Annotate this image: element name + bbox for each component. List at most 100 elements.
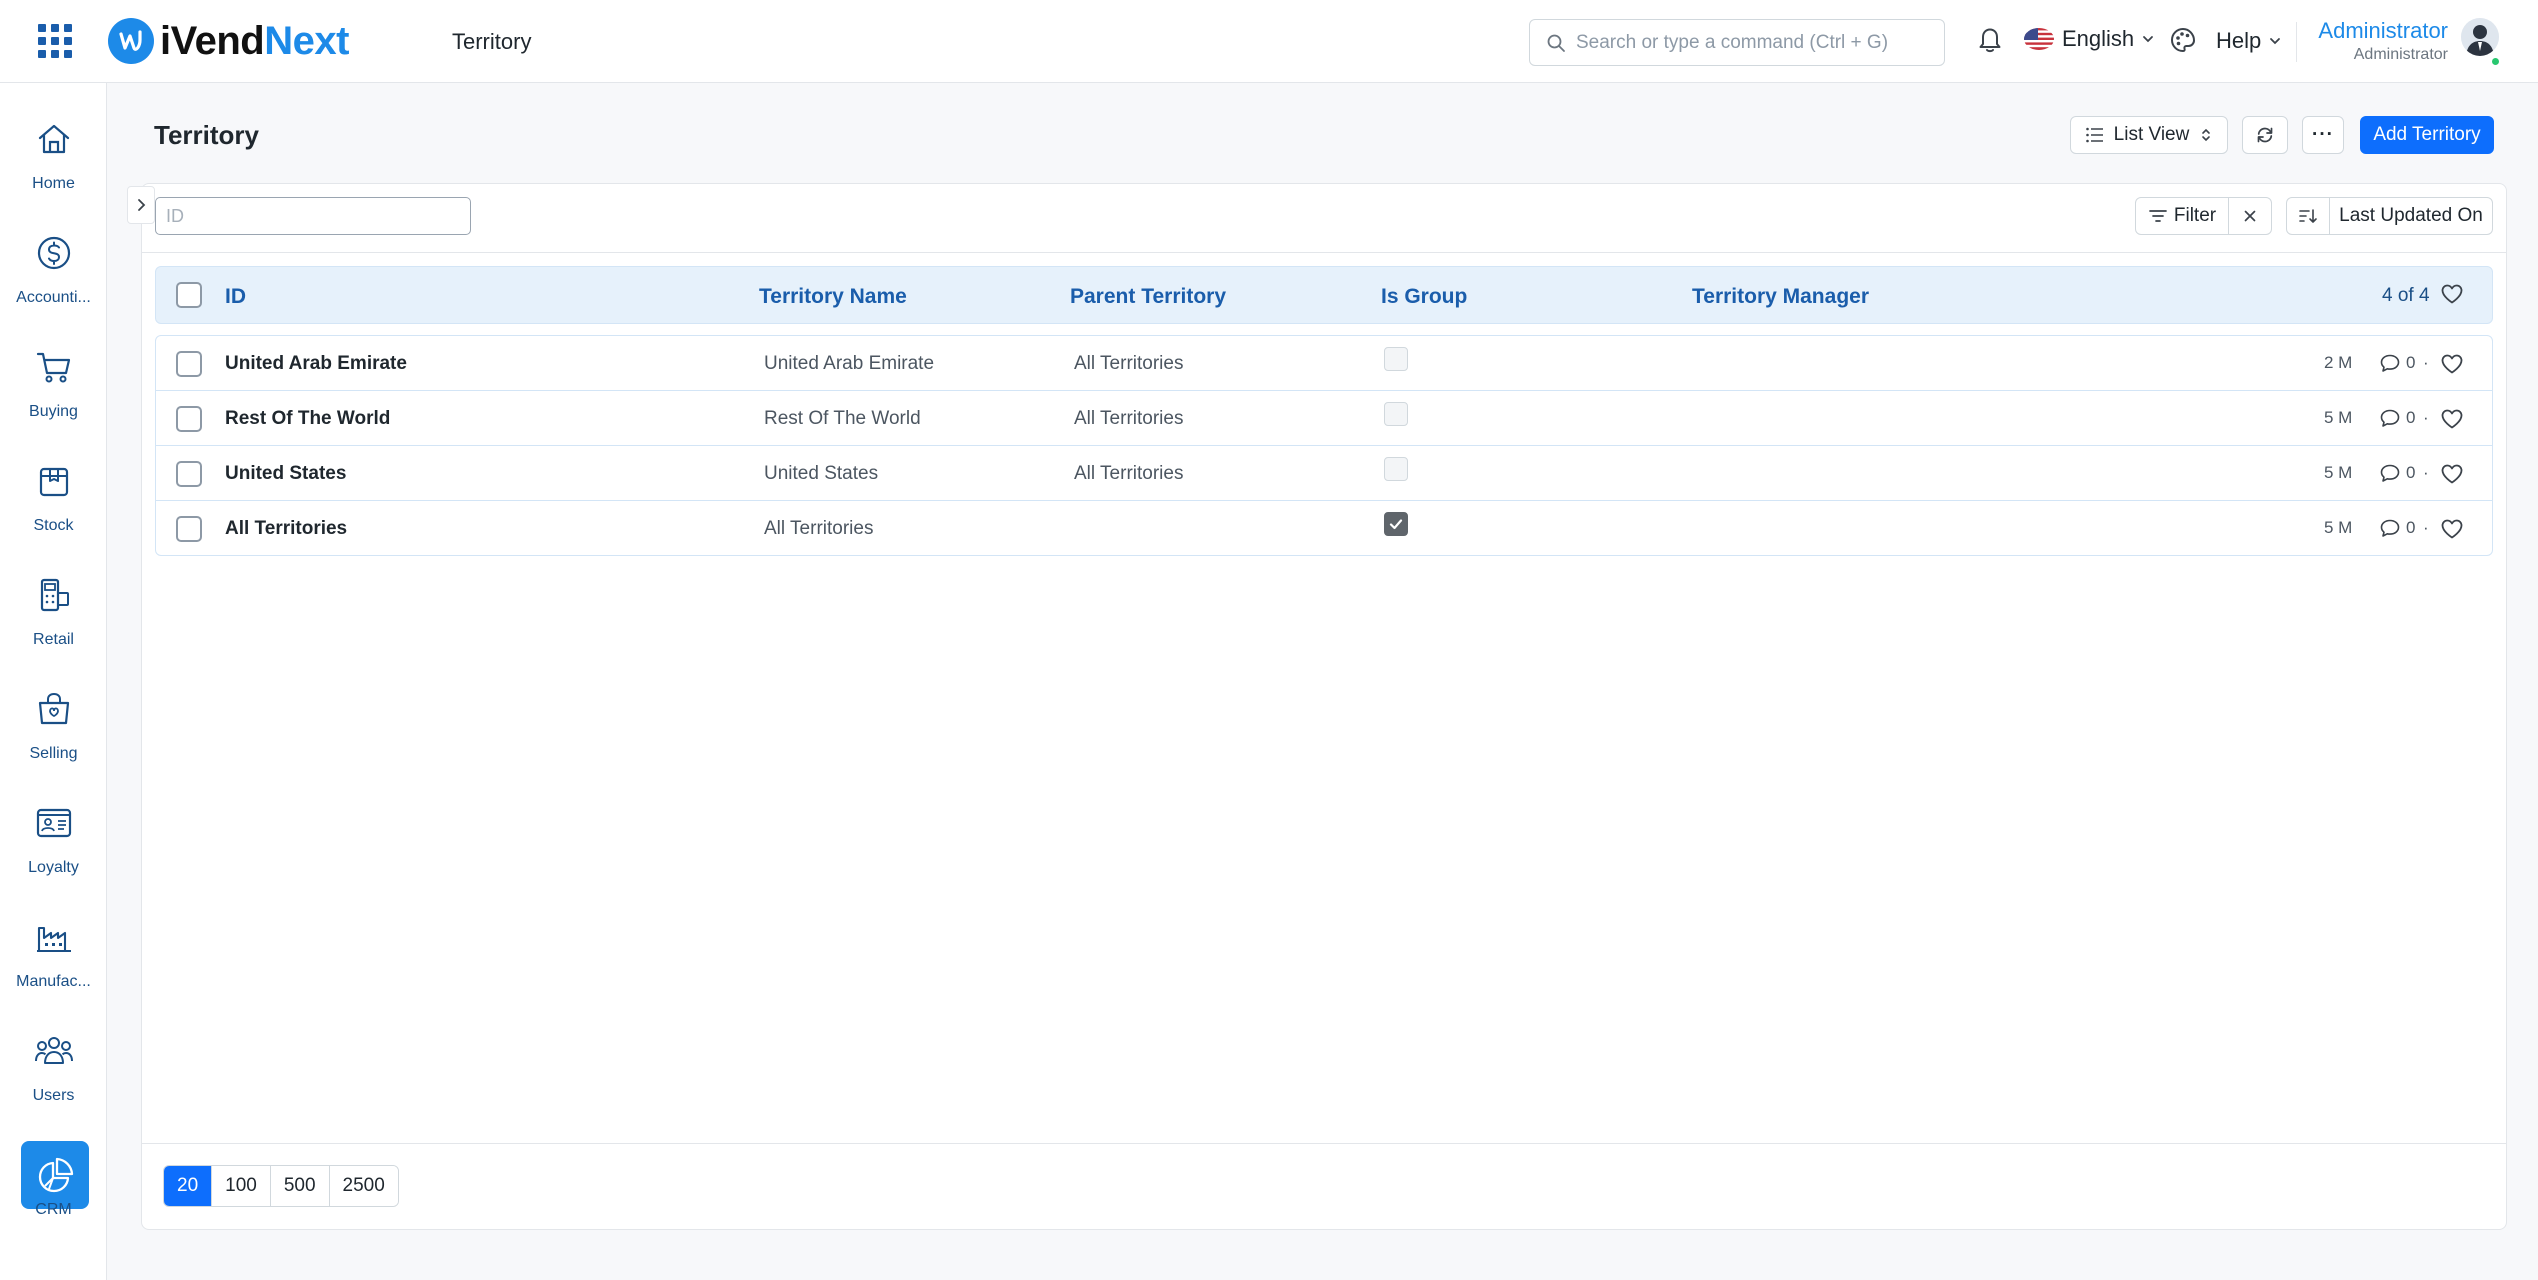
table-body: United Arab Emirate United Arab Emirate … [155,335,2493,556]
id-card-icon [34,803,74,843]
search-bar[interactable] [1529,19,1945,66]
comment-icon[interactable] [2379,408,2401,433]
page-size-500-button[interactable]: 500 [270,1166,330,1206]
sidebar-item-users[interactable]: Users [0,1031,107,1141]
palette-icon[interactable] [2168,25,2198,60]
comment-count: 0 [2406,408,2416,427]
heart-icon[interactable] [2440,353,2464,380]
cell-id[interactable]: All Territories [225,518,347,540]
sidebar-item-crm[interactable]: CRM [0,1141,107,1255]
help-label: Help [2216,28,2262,53]
box-icon [34,461,74,501]
notification-bell-icon[interactable] [1976,24,2004,59]
row-checkbox[interactable] [176,406,202,432]
table-row[interactable]: Rest Of The World Rest Of The World All … [156,391,2492,446]
sidebar-item-selling[interactable]: Selling [0,689,107,799]
record-count: 4 of 4 [2382,285,2430,306]
sidebar-item-label: Selling [29,745,78,762]
search-icon [1547,34,1565,52]
sidebar-item-home[interactable]: Home [0,119,107,229]
logo-text-part2: Next [264,18,349,63]
page-size-20-button[interactable]: 20 [164,1166,213,1206]
heart-icon[interactable] [2440,283,2464,310]
more-options-button[interactable]: ··· [2302,116,2344,154]
refresh-button[interactable] [2242,116,2288,154]
sidebar-item-loyalty[interactable]: Loyalty [0,803,107,913]
select-all-checkbox[interactable] [176,282,202,308]
help-menu[interactable]: Help [2216,28,2283,54]
cell-id[interactable]: United States [225,463,346,485]
sidebar-item-manufacturing[interactable]: Manufac... [0,917,107,1027]
row-checkbox[interactable] [176,516,202,542]
page-size-2500-button[interactable]: 2500 [329,1166,398,1206]
column-header-territory-manager[interactable]: Territory Manager [1692,285,1869,309]
cell-territory-name: United States [764,463,879,484]
separator-dot: · [2423,408,2429,427]
sort-order-button[interactable] [2286,197,2330,235]
is-group-checkbox-checked [1384,512,1408,536]
sidebar-item-accounting[interactable]: Accounti... [0,233,107,343]
users-icon [34,1031,74,1071]
pie-chart-icon [21,1141,89,1209]
app-grid-icon[interactable] [38,24,72,58]
filter-button[interactable]: Filter [2135,197,2229,235]
cell-territory-name: United Arab Emirate [764,353,935,374]
modified-time: 2 M [2324,353,2353,372]
cell-parent-territory: All Territories [1074,353,1184,374]
breadcrumb[interactable]: Territory [452,29,531,55]
sidebar-item-stock[interactable]: Stock [0,461,107,571]
add-territory-button[interactable]: Add Territory [2360,116,2494,154]
divider [141,1143,2507,1144]
sidebar-item-label: Loyalty [28,859,79,876]
table-row[interactable]: All Territories All Territories 5 M 0 · [156,501,2492,556]
heart-icon[interactable] [2440,408,2464,435]
column-header-id[interactable]: ID [225,285,246,309]
sidebar: Home Accounti... Buying Stock Retail Sel… [0,83,107,1280]
sidebar-item-retail[interactable]: Retail [0,575,107,685]
table-row[interactable]: United States United States All Territor… [156,446,2492,501]
row-checkbox[interactable] [176,461,202,487]
comment-icon[interactable] [2379,518,2401,543]
logo[interactable]: iVendNext [108,18,349,64]
logo-text: iVendNext [160,19,349,64]
column-header-territory-name[interactable]: Territory Name [759,285,907,309]
cell-id[interactable]: Rest Of The World [225,408,390,430]
sort-by-button[interactable]: Last Updated On [2329,197,2493,235]
sidebar-item-buying[interactable]: Buying [0,347,107,457]
modified-time: 5 M [2324,463,2353,482]
divider [2296,22,2297,62]
column-header-parent-territory[interactable]: Parent Territory [1070,285,1226,309]
cell-id[interactable]: United Arab Emirate [225,353,407,375]
comment-icon[interactable] [2379,353,2401,378]
logo-mark-icon [108,18,154,64]
id-filter-input[interactable] [155,197,471,235]
search-input[interactable] [1576,31,1936,54]
sidebar-item-label: Users [32,1087,75,1104]
comment-icon[interactable] [2379,463,2401,488]
sort-descending-icon [2299,209,2317,223]
separator-dot: · [2423,353,2429,372]
table-row[interactable]: United Arab Emirate United Arab Emirate … [156,336,2492,391]
list-view-label: List View [2113,124,2190,145]
avatar[interactable] [2461,18,2499,56]
chevron-right-icon [138,199,146,211]
is-group-checkbox [1384,402,1408,426]
divider [141,252,2507,253]
language-selector[interactable]: English [2024,26,2156,52]
heart-icon[interactable] [2440,463,2464,490]
table-header: ID Territory Name Parent Territory Is Gr… [155,266,2493,324]
heart-icon[interactable] [2440,518,2464,545]
filter-label: Filter [2173,205,2217,226]
user-menu[interactable]: Administrator Administrator [2318,18,2448,64]
column-header-is-group[interactable]: Is Group [1381,285,1467,309]
list-view-selector[interactable]: List View [2070,116,2228,154]
row-checkbox[interactable] [176,351,202,377]
close-icon [2244,210,2256,222]
page-size-100-button[interactable]: 100 [212,1166,271,1206]
chevron-down-icon [2143,36,2154,43]
clear-filter-button[interactable] [2228,197,2272,235]
filter-icon [2149,210,2167,222]
is-group-checkbox [1384,457,1408,481]
toggle-sidebar-button[interactable] [127,186,155,224]
online-status-dot [2490,56,2501,67]
